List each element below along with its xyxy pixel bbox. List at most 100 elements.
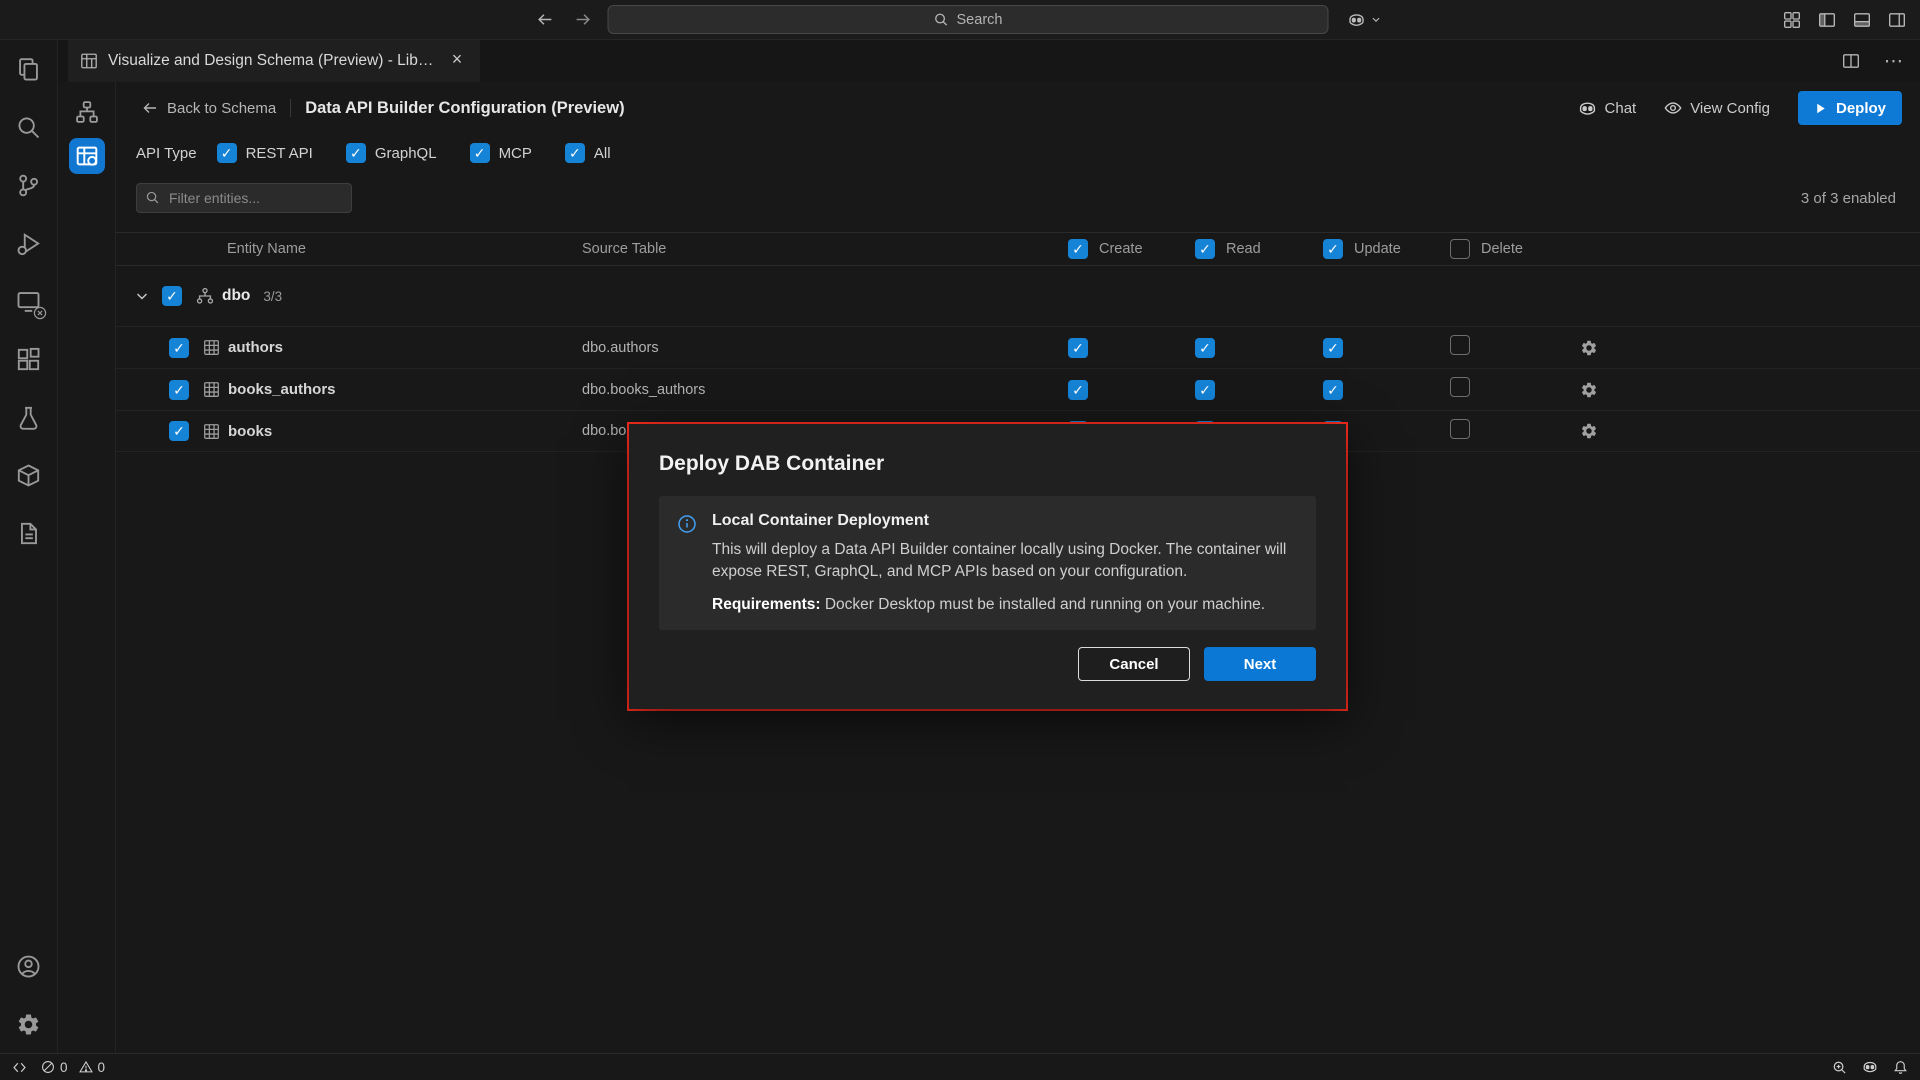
activity-extensions[interactable] bbox=[0, 330, 57, 388]
divider bbox=[290, 99, 291, 117]
schema-group-row: dbo 3/3 bbox=[116, 266, 1920, 326]
chat-button[interactable]: Chat bbox=[1578, 99, 1637, 118]
row-settings-gear-icon[interactable] bbox=[1580, 339, 1598, 357]
row-checkbox[interactable] bbox=[169, 338, 189, 358]
cancel-button[interactable]: Cancel bbox=[1078, 647, 1190, 681]
bell-icon[interactable] bbox=[1893, 1060, 1908, 1075]
copilot-status-icon[interactable] bbox=[1862, 1059, 1878, 1075]
activity-packages[interactable] bbox=[0, 446, 57, 504]
activity-explorer[interactable] bbox=[0, 40, 57, 98]
activity-settings[interactable] bbox=[0, 995, 57, 1053]
activity-account[interactable] bbox=[0, 937, 57, 995]
option-mcp[interactable]: MCP bbox=[470, 143, 532, 163]
forward-nav-icon[interactable] bbox=[570, 7, 596, 33]
update-label: Update bbox=[1354, 241, 1401, 257]
delete-checkbox[interactable] bbox=[1450, 335, 1470, 355]
update-checkbox[interactable] bbox=[1323, 338, 1343, 358]
split-editor-icon[interactable] bbox=[1838, 48, 1864, 74]
source-table: dbo.authors bbox=[582, 340, 1068, 356]
activity-notes[interactable] bbox=[0, 504, 57, 562]
group-checkbox[interactable] bbox=[162, 286, 182, 306]
close-icon[interactable]: × bbox=[446, 50, 468, 72]
info-title: Local Container Deployment bbox=[712, 512, 1294, 530]
titlebar: Search bbox=[0, 0, 1920, 40]
gear-icon bbox=[16, 1012, 41, 1037]
account-icon bbox=[16, 954, 41, 979]
delete-checkbox[interactable] bbox=[1450, 377, 1470, 397]
mcp-checkbox[interactable] bbox=[470, 143, 490, 163]
mcp-label: MCP bbox=[499, 145, 532, 162]
toggle-panel-icon[interactable] bbox=[1853, 11, 1871, 29]
read-checkbox[interactable] bbox=[1195, 338, 1215, 358]
chat-label: Chat bbox=[1605, 100, 1637, 117]
copilot-menu-button[interactable] bbox=[1341, 5, 1389, 34]
info-panel: Local Container Deployment This will dep… bbox=[659, 496, 1316, 630]
create-all-checkbox[interactable] bbox=[1068, 239, 1088, 259]
view-config-button[interactable]: View Config bbox=[1664, 99, 1770, 117]
read-all-checkbox[interactable] bbox=[1195, 239, 1215, 259]
group-count: 3/3 bbox=[263, 289, 282, 304]
chevron-down-icon[interactable] bbox=[134, 288, 150, 304]
delete-label: Delete bbox=[1481, 241, 1523, 257]
command-center-search[interactable]: Search bbox=[608, 5, 1329, 34]
read-label: Read bbox=[1226, 241, 1261, 257]
all-checkbox[interactable] bbox=[565, 143, 585, 163]
create-checkbox[interactable] bbox=[1068, 338, 1088, 358]
tab-visualize-schema[interactable]: Visualize and Design Schema (Preview) - … bbox=[68, 40, 480, 82]
dab-config-icon[interactable] bbox=[69, 138, 105, 174]
filter-entities-input[interactable] bbox=[136, 183, 352, 213]
vscode-window: Search bbox=[0, 0, 1920, 1080]
copilot-chat-icon bbox=[1578, 99, 1597, 118]
zoom-icon[interactable] bbox=[1832, 1060, 1847, 1075]
graphql-label: GraphQL bbox=[375, 145, 437, 162]
row-settings-gear-icon[interactable] bbox=[1580, 381, 1598, 399]
delete-all-checkbox[interactable] bbox=[1450, 239, 1470, 259]
table-icon bbox=[80, 52, 98, 70]
schema-designer-icon[interactable] bbox=[69, 94, 105, 130]
customize-layout-icon[interactable] bbox=[1783, 11, 1801, 29]
entity-name: books bbox=[228, 423, 272, 440]
row-checkbox[interactable] bbox=[169, 421, 189, 441]
toggle-sidebar-icon[interactable] bbox=[1818, 11, 1836, 29]
next-button[interactable]: Next bbox=[1204, 647, 1316, 681]
remote-indicator-icon[interactable] bbox=[12, 1060, 27, 1075]
activity-testing[interactable] bbox=[0, 388, 57, 446]
rest-api-checkbox[interactable] bbox=[217, 143, 237, 163]
delete-checkbox[interactable] bbox=[1450, 419, 1470, 439]
graphql-checkbox[interactable] bbox=[346, 143, 366, 163]
option-rest-api[interactable]: REST API bbox=[217, 143, 313, 163]
api-type-row: API Type REST API GraphQL MCP bbox=[116, 134, 1920, 172]
toggle-secondary-sidebar-icon[interactable] bbox=[1888, 11, 1906, 29]
activity-search[interactable] bbox=[0, 98, 57, 156]
all-label: All bbox=[594, 145, 611, 162]
entity-name: books_authors bbox=[228, 381, 336, 398]
annotation-highlight-box: Deploy DAB Container Local Container Dep… bbox=[627, 422, 1348, 711]
update-checkbox[interactable] bbox=[1323, 380, 1343, 400]
update-all-checkbox[interactable] bbox=[1323, 239, 1343, 259]
search-label: Search bbox=[957, 12, 1003, 28]
dialog-title: Deploy DAB Container bbox=[659, 452, 1316, 476]
row-checkbox[interactable] bbox=[169, 380, 189, 400]
activity-run-debug[interactable] bbox=[0, 214, 57, 272]
eye-icon bbox=[1664, 99, 1682, 117]
read-checkbox[interactable] bbox=[1195, 380, 1215, 400]
group-name: dbo bbox=[222, 287, 250, 305]
git-branch-icon bbox=[16, 173, 41, 198]
option-all[interactable]: All bbox=[565, 143, 611, 163]
more-actions-icon[interactable]: ⋯ bbox=[1884, 50, 1904, 73]
source-table: dbo.books_authors bbox=[582, 382, 1068, 398]
col-source-table: Source Table bbox=[582, 241, 1068, 257]
activity-remote-explorer[interactable] bbox=[0, 272, 57, 330]
create-checkbox[interactable] bbox=[1068, 380, 1088, 400]
back-nav-icon[interactable] bbox=[532, 7, 558, 33]
row-settings-gear-icon[interactable] bbox=[1580, 422, 1598, 440]
rest-api-label: REST API bbox=[246, 145, 313, 162]
info-requirements: Requirements: Docker Desktop must be ins… bbox=[712, 594, 1294, 616]
deploy-button[interactable]: Deploy bbox=[1798, 91, 1902, 125]
activity-source-control[interactable] bbox=[0, 156, 57, 214]
search-icon bbox=[934, 12, 949, 27]
option-graphql[interactable]: GraphQL bbox=[346, 143, 437, 163]
back-to-schema-link[interactable]: Back to Schema bbox=[142, 100, 276, 117]
create-label: Create bbox=[1099, 241, 1143, 257]
problems-indicator[interactable]: 0 0 bbox=[41, 1060, 105, 1075]
